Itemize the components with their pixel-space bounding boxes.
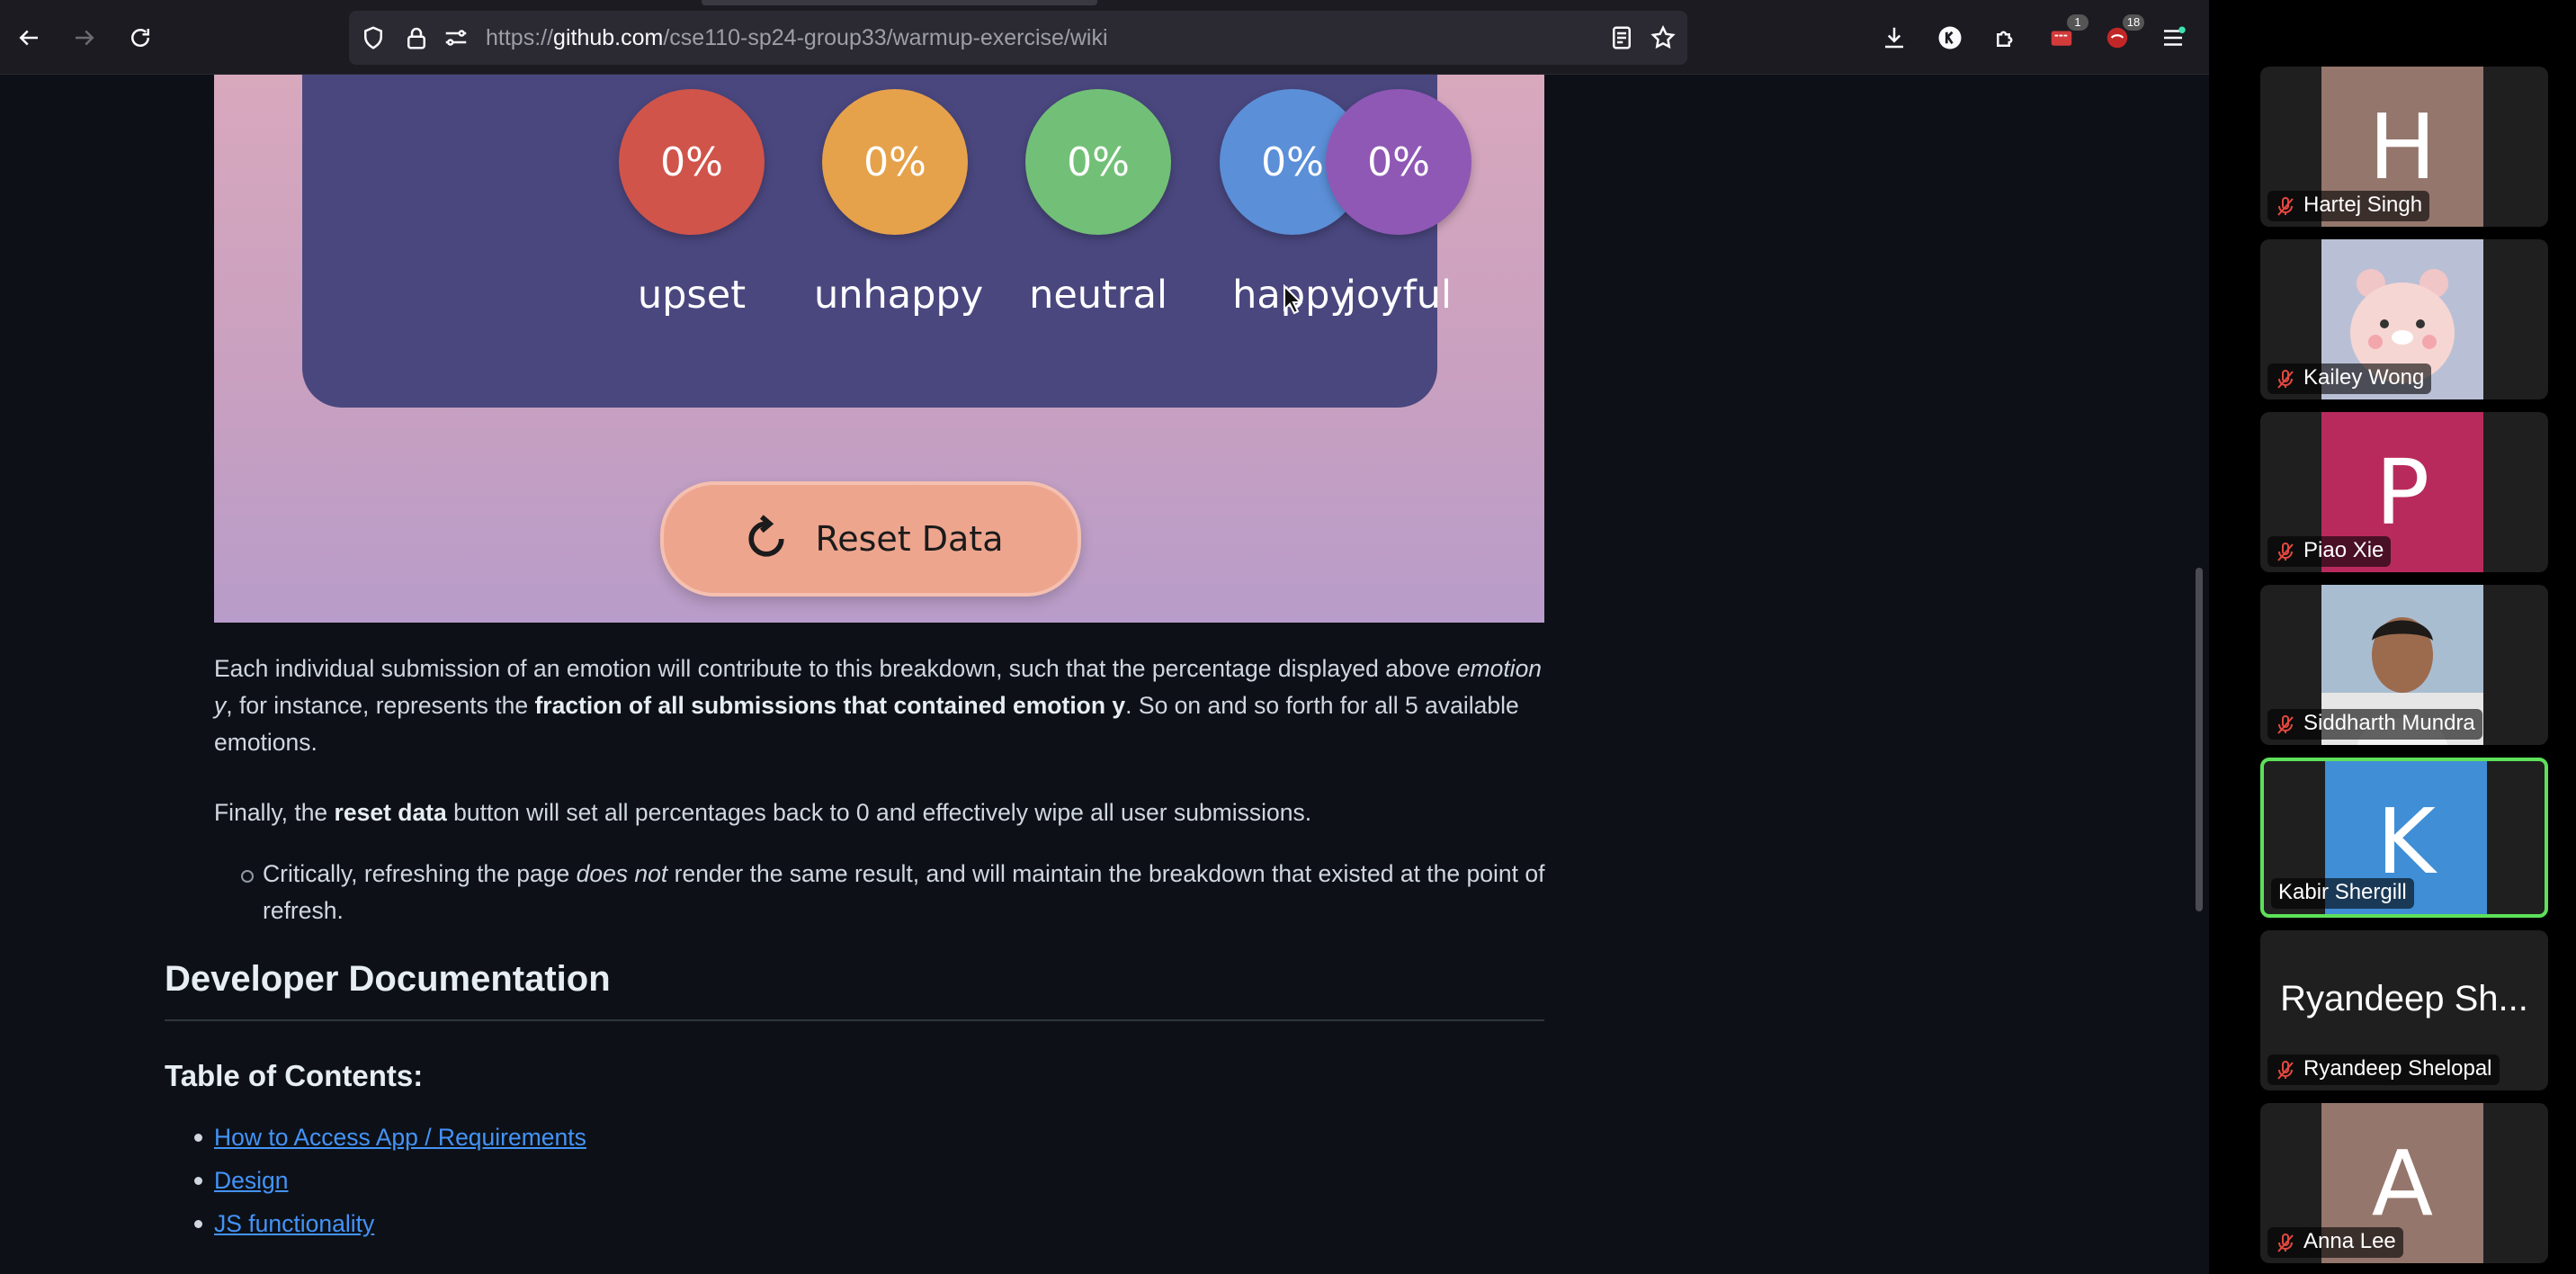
page-scrollbar[interactable] (2196, 568, 2203, 911)
toc-item: Design (194, 1164, 586, 1207)
participant-name: Piao Xie (2267, 536, 2392, 567)
participant-tile[interactable]: A Anna Lee (2260, 1103, 2548, 1263)
participant-name-text: Kabir Shergill (2278, 880, 2407, 904)
url-prefix: https:// (486, 25, 554, 50)
microphone-muted-icon (2275, 542, 2296, 563)
toc-item: How to Access App / Requirements (194, 1121, 586, 1164)
app-screenshot-image: 0% upset 0% unhappy 0% neutral 0% happy … (214, 75, 1544, 623)
mood-item-joyful: 0% joyful (1318, 89, 1480, 318)
mood-percent-circle: 0% (1326, 89, 1471, 235)
k-account-icon (1938, 26, 1962, 49)
emphasis-text: does not (576, 860, 668, 887)
mood-item-upset: 0% upset (611, 89, 773, 318)
forward-button[interactable] (67, 20, 103, 56)
strong-text: fraction of all submissions that contain… (534, 692, 1126, 719)
participant-tile[interactable]: Siddharth Mundra (2260, 585, 2548, 745)
reset-button-label: Reset Data (815, 519, 1004, 559)
back-button[interactable] (11, 20, 47, 56)
arrow-left-icon (19, 30, 38, 46)
tab-strip (702, 0, 1097, 5)
text-run: Each individual submission of an emotion… (214, 655, 1457, 682)
participant-display-name: Ryandeep Sh... (2280, 979, 2528, 1018)
toc-link-js[interactable]: JS functionality (214, 1210, 374, 1237)
url-path: /cse110-sp24-group33/warmup-exercise/wik… (663, 25, 1108, 50)
extension-badge: 1 (2067, 14, 2089, 31)
text-run: Finally, the (214, 799, 335, 826)
developer-documentation-heading: Developer Documentation (165, 959, 1544, 1021)
reload-icon (131, 29, 149, 47)
text-run: button will set all percentages back to … (446, 799, 1312, 826)
microphone-muted-icon (2275, 369, 2296, 390)
mood-label: neutral (1029, 273, 1167, 318)
mood-percent-circle: 0% (1025, 89, 1171, 235)
browser-toolbar: https://github.com/cse110-sp24-group33/w… (0, 0, 2209, 75)
microphone-muted-icon (2275, 714, 2296, 736)
microphone-muted-icon (2275, 196, 2296, 218)
participant-name-text: Ryandeep Shelopal (2303, 1056, 2492, 1081)
extension-2-button[interactable]: 18 (2099, 14, 2144, 56)
download-icon (1885, 27, 1903, 49)
account-button[interactable] (1932, 20, 1968, 56)
participant-name: Hartej Singh (2267, 191, 2430, 221)
mood-item-neutral: 0% neutral (1017, 89, 1179, 318)
microphone-muted-icon (2275, 1233, 2296, 1254)
reader-view-icon[interactable] (1608, 24, 1635, 51)
mood-percent-circle: 0% (619, 89, 765, 235)
mood-label: joyful (1345, 273, 1453, 318)
reset-data-button: Reset Data (660, 481, 1081, 597)
participant-tile[interactable]: H Hartej Singh (2260, 67, 2548, 227)
mouse-cursor-icon (1284, 284, 1303, 315)
participant-tile[interactable]: Ryandeep Sh... Ryandeep Shelopal (2260, 930, 2548, 1090)
participant-name-text: Hartej Singh (2303, 193, 2423, 217)
participant-name-text: Anna Lee (2303, 1229, 2396, 1253)
url-domain: github.com (553, 25, 664, 50)
reset-icon (747, 515, 784, 557)
participant-name-text: Kailey Wong (2303, 365, 2425, 390)
mood-item-unhappy: 0% unhappy (814, 89, 984, 318)
text-run: , for instance, represents the (226, 692, 535, 719)
table-of-contents-heading: Table of Contents: (165, 1059, 424, 1092)
participant-tile[interactable]: P Piao Xie (2260, 412, 2548, 572)
bookmark-star-icon[interactable] (1650, 24, 1677, 51)
shield-icon[interactable] (360, 24, 387, 51)
lock-icon[interactable] (403, 24, 430, 51)
breakdown-paragraph: Each individual submission of an emotion… (214, 650, 1545, 761)
page-content: 0% upset 0% unhappy 0% neutral 0% happy … (0, 75, 2209, 1274)
reload-button[interactable] (122, 20, 158, 56)
participant-name: Ryandeep Shelopal (2267, 1054, 2500, 1085)
puzzle-icon (1997, 31, 2013, 47)
participant-tile[interactable]: Kailey Wong (2260, 239, 2548, 399)
toc-item: JS functionality (194, 1207, 586, 1251)
participant-name: Anna Lee (2267, 1227, 2403, 1258)
refresh-note-list-item: Critically, refreshing the page does not… (241, 856, 1549, 929)
extensions-button[interactable] (1988, 20, 2024, 56)
permissions-icon[interactable] (443, 24, 470, 51)
extension-1-button[interactable]: 1 (2044, 14, 2089, 56)
arrow-right-icon (76, 30, 94, 46)
mood-label: upset (637, 273, 747, 318)
mood-label: unhappy (814, 273, 984, 318)
url-text[interactable]: https://github.com/cse110-sp24-group33/w… (486, 25, 1108, 51)
toc-link-access[interactable]: How to Access App / Requirements (214, 1124, 586, 1151)
address-bar[interactable]: https://github.com/cse110-sp24-group33/w… (349, 11, 1687, 65)
participant-name-text: Siddharth Mundra (2303, 711, 2475, 735)
downloads-button[interactable] (1876, 20, 1912, 56)
strong-text: reset data (334, 799, 447, 826)
text-run: Critically, refreshing the page (263, 860, 577, 887)
app-menu-button[interactable] (2155, 20, 2191, 56)
mood-breakdown-panel: 0% upset 0% unhappy 0% neutral 0% happy … (302, 75, 1471, 408)
microphone-muted-icon (2275, 1060, 2296, 1081)
table-of-contents-list: How to Access App / Requirements Design … (194, 1121, 586, 1251)
participant-name-text: Piao Xie (2303, 538, 2384, 562)
participant-name: Kailey Wong (2267, 363, 2432, 394)
participant-name: Siddharth Mundra (2267, 709, 2482, 740)
extension-badge: 18 (2123, 14, 2144, 31)
reset-paragraph: Finally, the reset data button will set … (214, 794, 1545, 831)
participant-name: Kabir Shergill (2271, 878, 2414, 909)
toc-link-design[interactable]: Design (214, 1167, 289, 1194)
mood-percent-circle: 0% (822, 89, 968, 235)
hamburger-menu-icon (2164, 26, 2186, 46)
meeting-participants-panel: H Hartej Singh Kailey Wong P Piao Xie Siddhar… (2209, 0, 2576, 1274)
participant-tile[interactable]: K Kabir Shergill (2260, 758, 2548, 918)
